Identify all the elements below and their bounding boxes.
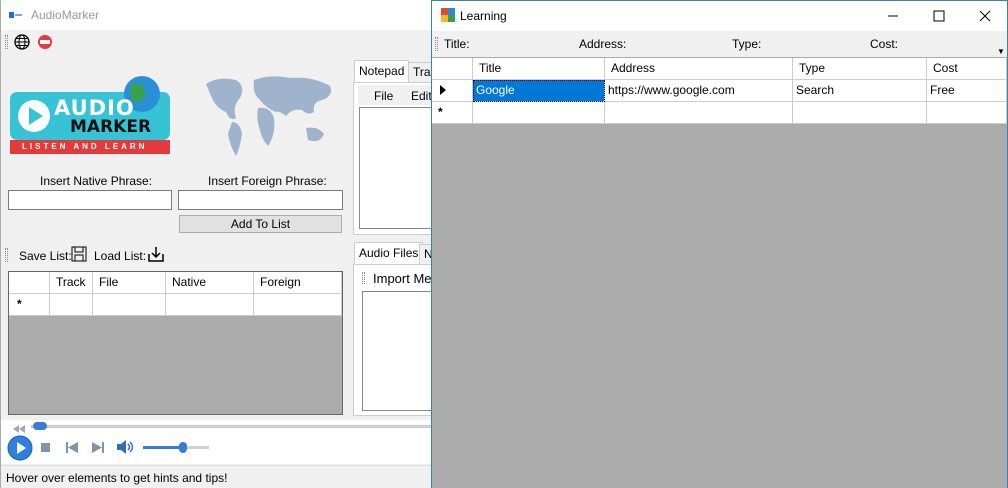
load-icon[interactable] bbox=[148, 246, 164, 265]
filter-toolbar: Title: Address: Type: Cost: ▼ bbox=[432, 31, 1007, 57]
audio-marker-logo: AUDIO MARKER LISTEN AND LEARN bbox=[10, 72, 172, 158]
previous-icon[interactable] bbox=[66, 442, 78, 456]
learning-title-bar[interactable]: Learning bbox=[432, 1, 1007, 31]
audio-files-panel: Import Me bbox=[353, 264, 434, 416]
audio-files-list[interactable] bbox=[362, 291, 434, 411]
row-header-corner bbox=[9, 272, 50, 294]
foreign-phrase-input[interactable] bbox=[178, 190, 343, 210]
globe-icon[interactable] bbox=[14, 34, 30, 53]
import-media-button[interactable]: Import Me bbox=[373, 271, 432, 286]
status-bar: Hover over elements to get hints and tip… bbox=[1, 465, 433, 488]
column-header-foreign[interactable]: Foreign bbox=[254, 272, 342, 294]
row-header-corner bbox=[432, 58, 473, 80]
learning-window-title: Learning bbox=[460, 9, 507, 23]
cost-filter-input[interactable] bbox=[902, 34, 996, 54]
table-cell[interactable] bbox=[254, 294, 342, 316]
cost-filter-label: Cost: bbox=[870, 37, 899, 51]
next-icon[interactable] bbox=[92, 442, 104, 456]
volume-track[interactable] bbox=[143, 442, 209, 453]
stop-icon[interactable] bbox=[41, 443, 50, 452]
foreign-phrase-label: Insert Foreign Phrase: bbox=[208, 174, 327, 188]
table-cell[interactable] bbox=[473, 102, 605, 124]
native-phrase-input[interactable] bbox=[8, 190, 172, 210]
native-phrase-label: Insert Native Phrase: bbox=[40, 174, 153, 188]
rewind-small-icon[interactable] bbox=[13, 422, 25, 436]
logo-bottom-text: MARKER bbox=[70, 117, 152, 137]
add-to-list-button[interactable]: Add To List bbox=[179, 215, 342, 233]
address-filter-input[interactable] bbox=[628, 34, 728, 54]
file-menu[interactable]: File bbox=[374, 89, 393, 103]
overflow-chevron-icon[interactable]: ▼ bbox=[997, 47, 1005, 56]
app-icon bbox=[9, 9, 23, 19]
title-bar[interactable]: AudioMarker bbox=[1, 0, 433, 30]
type-filter-input[interactable] bbox=[764, 34, 864, 54]
save-list-label: Save List: bbox=[19, 249, 72, 263]
seek-track[interactable] bbox=[31, 425, 433, 428]
play-icon[interactable] bbox=[7, 435, 33, 464]
title-filter-input[interactable] bbox=[472, 34, 572, 54]
audiomarker-window: AudioMarker AUDIO MARKER LISTEN AND LEAR… bbox=[0, 0, 443, 488]
learning-window: Learning Title: Address: Type: Cost: ▼ T… bbox=[431, 0, 1008, 488]
column-header-title[interactable]: Title bbox=[473, 58, 605, 80]
tab-notepad[interactable]: Notepad bbox=[354, 60, 410, 82]
table-cell[interactable] bbox=[927, 102, 1007, 124]
seek-thumb[interactable] bbox=[33, 422, 47, 430]
cell-cost[interactable]: Free bbox=[927, 80, 1007, 102]
filter-toolbar-grip[interactable] bbox=[435, 37, 438, 51]
maximize-button[interactable] bbox=[916, 1, 962, 31]
volume-icon[interactable] bbox=[117, 440, 134, 457]
table-cell[interactable] bbox=[166, 294, 254, 316]
minimize-button[interactable] bbox=[870, 1, 916, 31]
list-toolbar-grip[interactable] bbox=[5, 248, 8, 262]
table-cell[interactable] bbox=[50, 294, 93, 316]
column-header-type[interactable]: Type bbox=[793, 58, 927, 80]
title-filter-label: Title: bbox=[444, 37, 470, 51]
column-header-address[interactable]: Address bbox=[605, 58, 793, 80]
cell-title-selected[interactable]: Google bbox=[473, 80, 605, 102]
current-row-indicator[interactable] bbox=[432, 80, 473, 102]
column-header-file[interactable]: File bbox=[93, 272, 166, 294]
new-row-marker[interactable]: * bbox=[432, 102, 473, 124]
tab-audio-files[interactable]: Audio Files bbox=[354, 242, 424, 264]
toolbar-grip[interactable] bbox=[5, 35, 8, 49]
load-list-label: Load List: bbox=[94, 249, 147, 263]
address-filter-label: Address: bbox=[579, 37, 627, 51]
table-cell[interactable] bbox=[793, 102, 927, 124]
cell-type[interactable]: Search bbox=[793, 80, 927, 102]
window-title: AudioMarker bbox=[31, 8, 100, 22]
table-cell[interactable] bbox=[605, 102, 793, 124]
close-button[interactable] bbox=[962, 1, 1008, 31]
edit-menu[interactable]: Edit bbox=[411, 89, 432, 103]
world-map-image bbox=[194, 72, 342, 158]
type-filter-label: Type: bbox=[732, 37, 762, 51]
table-cell[interactable] bbox=[93, 294, 166, 316]
new-row-marker[interactable]: * bbox=[9, 294, 50, 316]
phrase-grid[interactable]: Track File Native Foreign * bbox=[8, 271, 343, 415]
learning-grid[interactable]: Title Address Type Cost Google https://w… bbox=[432, 58, 1007, 488]
youtube-icon[interactable] bbox=[37, 35, 53, 52]
volume-fill bbox=[143, 446, 183, 449]
notepad-panel: File Edit bbox=[353, 82, 433, 235]
learning-app-icon bbox=[441, 8, 455, 25]
notepad-textarea[interactable] bbox=[359, 107, 433, 229]
audio-toolbar-grip[interactable] bbox=[362, 272, 365, 284]
status-text: Hover over elements to get hints and tip… bbox=[6, 471, 228, 485]
column-header-cost[interactable]: Cost bbox=[927, 58, 1007, 80]
column-header-native[interactable]: Native bbox=[166, 272, 254, 294]
cell-address[interactable]: https://www.google.com bbox=[605, 80, 793, 102]
column-header-track[interactable]: Track bbox=[50, 272, 93, 294]
volume-thumb[interactable] bbox=[178, 442, 187, 453]
logo-sub-text: LISTEN AND LEARN bbox=[22, 142, 148, 151]
save-icon[interactable] bbox=[71, 246, 87, 265]
notepad-menu: File Edit bbox=[358, 85, 432, 105]
